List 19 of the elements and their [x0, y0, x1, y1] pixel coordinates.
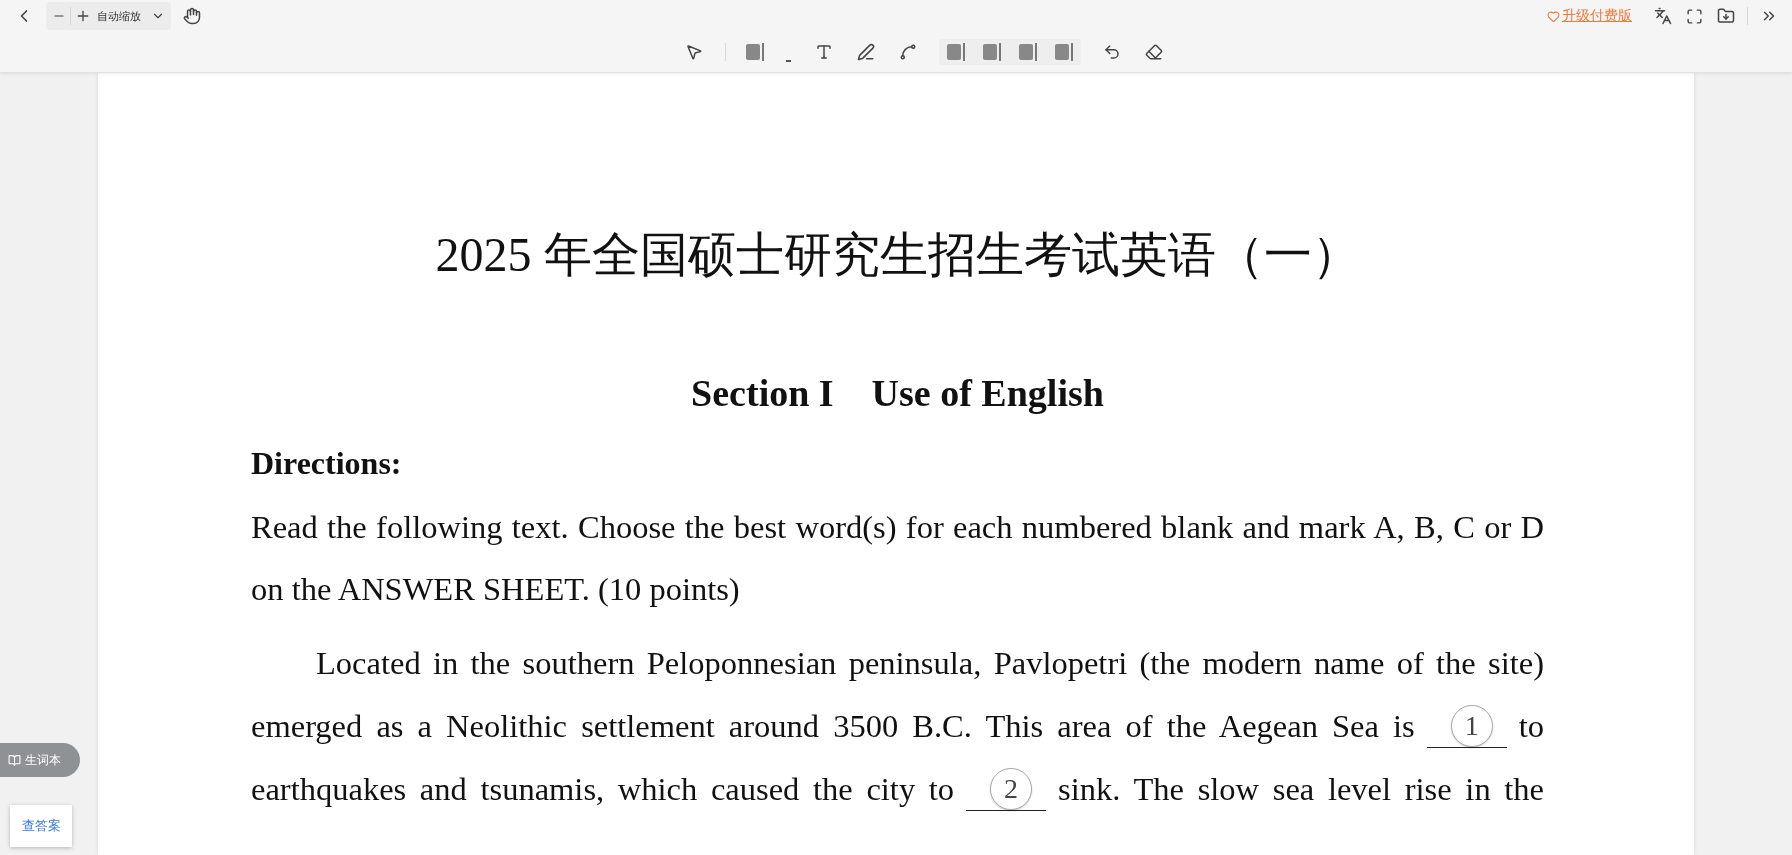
- directions-heading: Directions:: [251, 445, 403, 482]
- passage-text: Located in the southern Peloponnesian peninsula, Pavlopetri (the modern name of the site): [316, 645, 1544, 682]
- numbered-blank: 2: [966, 768, 1047, 811]
- document-title: 2025 年全国硕士研究生招生考试英语（一）: [434, 227, 1361, 283]
- hand-icon[interactable]: [181, 5, 203, 27]
- passage-text: sink. The slow sea level rise in the: [1058, 771, 1544, 808]
- passage-text: to: [1518, 708, 1544, 745]
- section-number: Section I: [691, 371, 834, 415]
- translate-icon[interactable]: [1652, 5, 1674, 27]
- heart-icon: [1547, 9, 1560, 23]
- passage-text: emerged as a Neolithic settlement around 3500 B.C. This area of the Aegean Sea is: [251, 708, 1415, 745]
- section-title: Use of English: [871, 371, 1104, 415]
- vocabulary-button[interactable]: 生词本: [0, 743, 80, 777]
- numbered-blank: 1: [1426, 705, 1507, 748]
- upgrade-link[interactable]: 升级付费版: [1547, 7, 1632, 25]
- passage-text: earthquakes and tsunamis, which caused the city to: [251, 771, 955, 808]
- directions-text: Read the following text. Choose the best word(s) for each numbered blank and mark A, B, C or D on the ANSWER SHEET. (10 points): [251, 508, 1544, 609]
- book-icon: [8, 753, 21, 767]
- answer-button[interactable]: 查答案: [10, 805, 72, 847]
